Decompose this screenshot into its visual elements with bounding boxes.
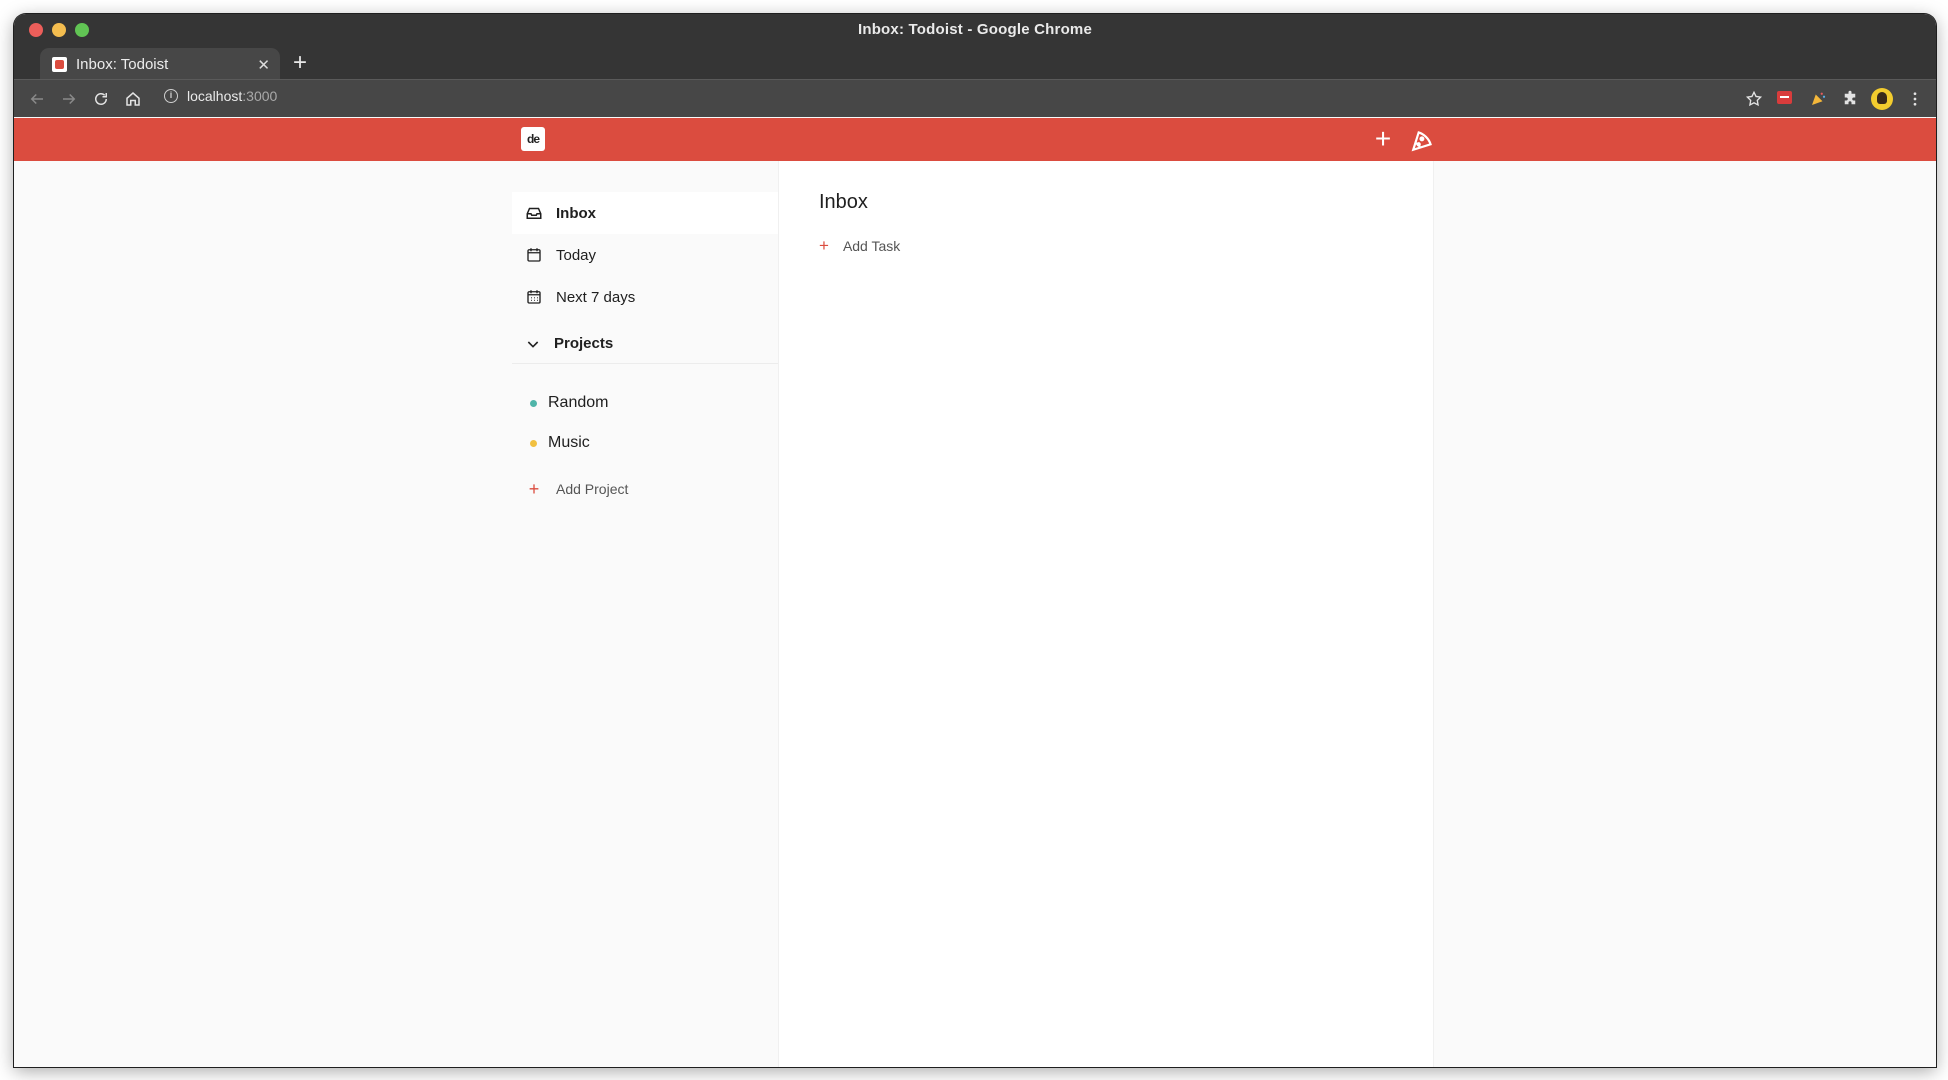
app-logo[interactable]: de: [521, 127, 545, 151]
sidebar: Inbox Today Next 7 days Projects Random: [512, 192, 778, 504]
project-item-random[interactable]: Random: [512, 383, 778, 423]
browser-toolbar: i localhost:3000: [14, 79, 1936, 117]
menu-kebab-icon[interactable]: [1904, 88, 1926, 110]
project-label: Random: [548, 394, 609, 411]
sidebar-item-label: Inbox: [556, 204, 596, 222]
add-project-label: Add Project: [556, 481, 629, 497]
sidebar-item-next-7-days[interactable]: Next 7 days: [512, 276, 778, 318]
todoist-favicon-icon: [52, 57, 67, 72]
plus-icon: +: [819, 236, 829, 255]
quick-add-button[interactable]: +: [1368, 124, 1398, 154]
page-title: Inbox: [819, 191, 868, 213]
extension-icon[interactable]: [1777, 91, 1792, 104]
url-host: localhost: [187, 88, 243, 104]
add-task-label: Add Task: [842, 238, 901, 254]
chevron-down-icon: [524, 335, 542, 353]
logo-text: de: [526, 132, 540, 146]
project-label: Music: [548, 434, 590, 451]
forward-icon[interactable]: [58, 88, 80, 110]
url-port: :3000: [242, 88, 278, 104]
app-header: de +: [14, 118, 1936, 161]
projects-toggle[interactable]: Projects: [512, 324, 778, 364]
browser-window: Inbox: Todoist - Google Chrome Inbox: To…: [14, 14, 1936, 1067]
add-project-button[interactable]: + Add Project: [512, 474, 778, 504]
projects-list: Random Music: [512, 383, 778, 463]
calendar-week-icon: [524, 287, 544, 307]
extensions-puzzle-icon[interactable]: [1839, 88, 1861, 110]
browser-tab[interactable]: Inbox: Todoist ✕: [40, 48, 280, 81]
add-task-button[interactable]: + Add Task: [819, 237, 900, 255]
back-icon[interactable]: [26, 88, 48, 110]
profile-avatar[interactable]: [1871, 88, 1893, 110]
sidebar-item-today[interactable]: Today: [512, 234, 778, 276]
main-content: Inbox + Add Task: [778, 161, 1434, 1067]
sidebar-item-label: Today: [556, 246, 597, 264]
bookmark-star-icon[interactable]: [1743, 88, 1765, 110]
home-icon[interactable]: [122, 88, 144, 110]
project-item-music[interactable]: Music: [512, 423, 778, 463]
window-title: Inbox: Todoist - Google Chrome: [857, 21, 1093, 38]
project-color-dot: [530, 399, 537, 407]
pizza-icon[interactable]: [1410, 127, 1436, 153]
tab-title: Inbox: Todoist: [76, 56, 169, 73]
address-bar[interactable]: i localhost:3000: [164, 88, 277, 104]
sidebar-item-label: Next 7 days: [556, 288, 636, 306]
calendar-icon: [524, 245, 544, 265]
project-color-dot: [530, 439, 537, 447]
title-bar: Inbox: Todoist - Google Chrome Inbox: To…: [14, 14, 1936, 81]
inbox-icon: [524, 203, 544, 223]
party-extension-icon[interactable]: [1807, 88, 1829, 110]
sidebar-item-inbox[interactable]: Inbox: [512, 192, 778, 234]
new-tab-button[interactable]: +: [293, 51, 307, 75]
plus-icon: +: [528, 479, 540, 499]
site-info-icon[interactable]: i: [164, 89, 178, 103]
reload-icon[interactable]: [90, 88, 112, 110]
tab-close-icon[interactable]: ✕: [257, 56, 270, 74]
projects-label: Projects: [554, 335, 614, 352]
